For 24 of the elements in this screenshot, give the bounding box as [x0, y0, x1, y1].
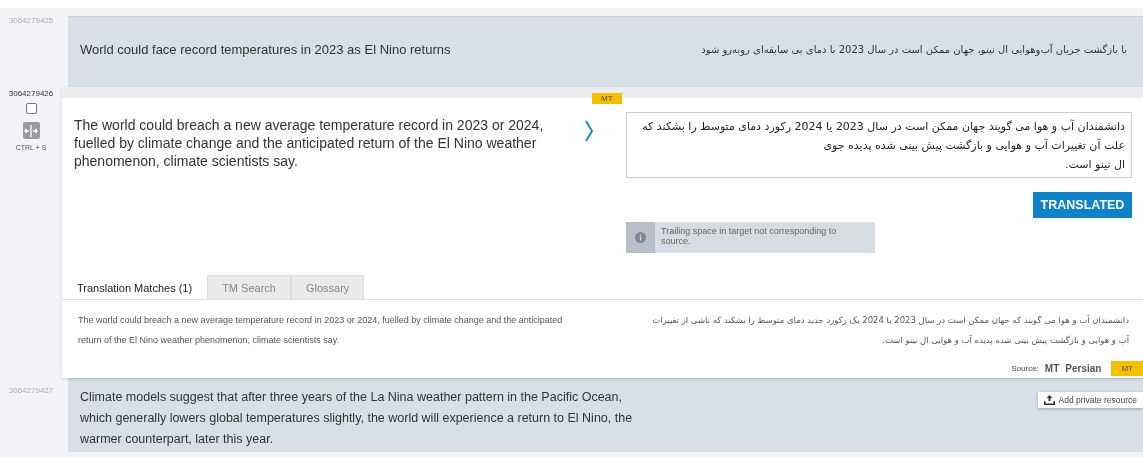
upload-icon — [1043, 395, 1055, 405]
info-icon — [635, 232, 646, 243]
source-text: Climate models suggest that after three years of the La Nina weather pattern in the Pacific Ocean, which generally lowers global temperatures slightly, the world will experience a return to El Nino, the warmer counterpart, later this year. — [80, 389, 634, 448]
add-resource-tooltip[interactable]: Add private resource — [1037, 392, 1143, 408]
segment-number: 3064279427 — [8, 386, 54, 395]
warning-text: Trailing space in target not corresponding to source. — [660, 225, 838, 248]
mt-badge: MT — [592, 93, 622, 104]
split-icon — [24, 124, 38, 137]
checkbox[interactable] — [25, 103, 37, 114]
segment-number: 3064279426 — [8, 89, 54, 98]
mt-badge: MT — [1111, 360, 1143, 376]
match-source-text: The world could breach a new average temperature record in 2023 or 2024, fuelled by climate change and the anticipated return of the El Nino weather phenomenon, climate scientists say. — [77, 314, 564, 347]
segment-number: 3064279425 — [8, 16, 54, 25]
target-field[interactable]: دانشمندان آب و هوا می گویند جهان ممکن است در سال 2023 یا 2024 رکورد دمای متوسط را بشکند که علت آن تغییرات آب و هوایی و بازگشت پیش بینی شده پدیده جوی ال نینو است. — [626, 112, 1132, 178]
language-label: Persian — [1065, 362, 1102, 374]
origin-label: MT — [1044, 362, 1060, 374]
source-text: The world could breach a new average temperature record in 2023 or 2024, fuelled by climate change and the anticipated return of the El Nino weather phenomenon, climate scientists say. — [73, 116, 545, 171]
chevron-right-icon — [584, 120, 594, 142]
source-text: World could face record temperatures in 2023 as El Nino returns — [80, 41, 451, 59]
source-label: Source: — [1011, 363, 1039, 373]
split-button[interactable] — [22, 122, 40, 139]
target-text: با بازگشت جریان آب‌وهوایی ال نینو، جهان ممکن است در سال 2023 با دمای بی سابقه‌ای روبه‌رو شود — [701, 42, 1127, 58]
translated-button[interactable]: TRANSLATED — [1033, 192, 1132, 218]
match-target-text: دانشمندان آب و هوا می گویند که جهان ممکن است در سال 2023 یا 2024 یک رکورد جدید دمای متوسط را بشکند که ناشی از تغییرات آب و هوایی و بازگشت پیش بینی شده پدیده آب و هوایی ال نینو است. — [651, 314, 1131, 347]
